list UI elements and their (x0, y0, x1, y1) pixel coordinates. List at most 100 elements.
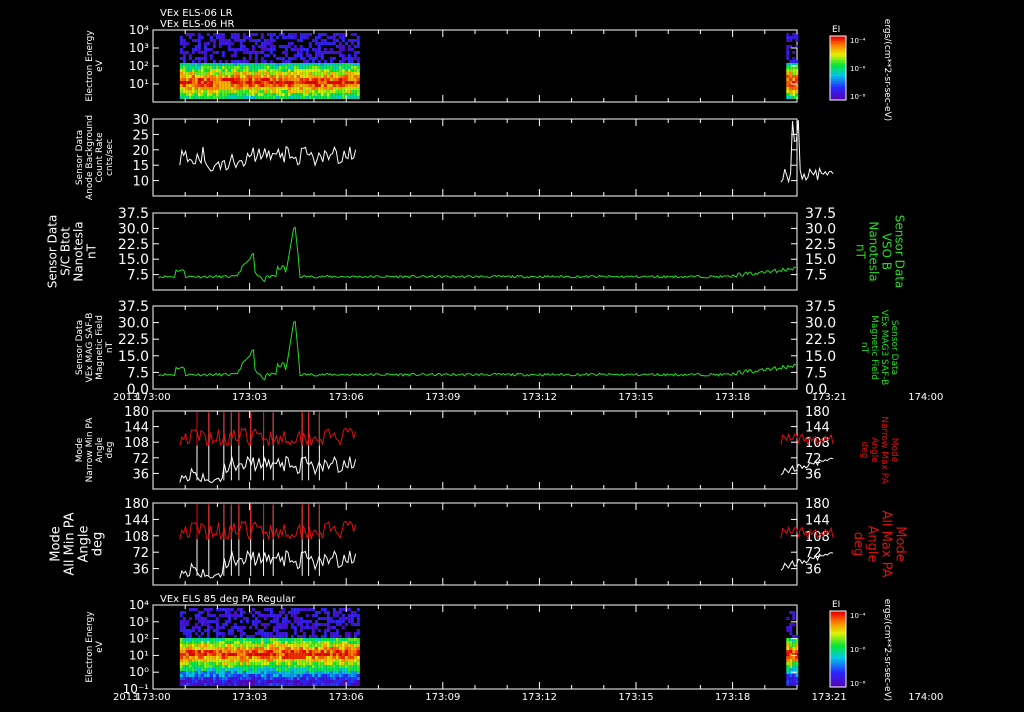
heat-cell (227, 69, 231, 72)
heat-cell (203, 662, 207, 665)
heat-cell (251, 647, 255, 650)
heat-cell (257, 668, 261, 671)
heat-cell (191, 644, 195, 647)
heat-cell (215, 93, 219, 96)
heat-cell (209, 665, 213, 668)
heat-cell (317, 75, 321, 78)
panel-els-85-heatmap (179, 608, 799, 686)
heat-cell (224, 680, 228, 683)
heat-cell (197, 641, 201, 644)
heat-cell (236, 81, 240, 84)
heat-cell (266, 90, 270, 93)
heat-cell (191, 66, 195, 69)
heat-cell (251, 677, 255, 680)
heat-cell (203, 617, 207, 620)
heat-cell (215, 623, 219, 626)
heat-cell (245, 78, 249, 81)
heat-cell (296, 54, 300, 57)
heat-cell (266, 96, 270, 99)
panel-mag3-series-0 (158, 320, 797, 381)
heat-cell (191, 78, 195, 81)
heat-cell (197, 620, 201, 623)
heat-cell (284, 72, 288, 75)
heat-cell (209, 674, 213, 677)
heat-cell (290, 48, 294, 51)
heat-cell (275, 656, 279, 659)
heat-cell (233, 650, 237, 653)
heat-cell (323, 677, 327, 680)
heat-cell (356, 677, 360, 680)
heat-cell (269, 33, 273, 36)
heat-cell (248, 644, 252, 647)
heat-cell (272, 54, 276, 57)
heat-cell (347, 644, 351, 647)
heat-cell (314, 656, 318, 659)
heat-cell (200, 647, 204, 650)
heat-cell (786, 84, 790, 87)
heat-cell (281, 620, 285, 623)
heat-cell (185, 662, 189, 665)
heat-cell (299, 665, 303, 668)
heat-cell (218, 644, 222, 647)
heat-cell (275, 683, 279, 686)
heat-cell (191, 33, 195, 36)
heat-cell (251, 680, 255, 683)
heat-cell (209, 63, 213, 66)
heat-cell (332, 33, 336, 36)
heat-cell (257, 93, 261, 96)
heat-cell (792, 51, 796, 54)
heat-cell (224, 42, 228, 45)
heat-cell (356, 39, 360, 42)
heat-cell (341, 617, 345, 620)
heat-cell (275, 620, 279, 623)
heat-cell (227, 66, 231, 69)
heat-cell (203, 683, 207, 686)
heat-cell (182, 90, 186, 93)
heat-cell (353, 668, 357, 671)
heat-cell (212, 33, 216, 36)
heat-cell (326, 641, 330, 644)
heat-cell (182, 42, 186, 45)
heat-cell (233, 668, 237, 671)
heat-cell (305, 84, 309, 87)
heat-cell (326, 629, 330, 632)
heat-cell (212, 659, 216, 662)
heat-cell (263, 635, 267, 638)
heat-cell (795, 659, 799, 662)
heat-cell (227, 93, 231, 96)
heat-cell (323, 656, 327, 659)
heat-cell (215, 66, 219, 69)
heat-cell (347, 87, 351, 90)
heat-cell (317, 96, 321, 99)
heat-cell (212, 674, 216, 677)
heat-cell (179, 662, 183, 665)
heat-cell (251, 659, 255, 662)
panel-btot-frame (152, 212, 798, 291)
axis-label-line: Angle (95, 437, 105, 463)
heat-cell (206, 623, 210, 626)
heat-cell (281, 57, 285, 60)
heat-cell (314, 69, 318, 72)
heat-cell (245, 90, 249, 93)
heat-cell (335, 66, 339, 69)
panel-btot-right-ylabel: Sensor DataVSO BNanoteslanT (854, 215, 907, 289)
heat-cell (263, 66, 267, 69)
heat-cell (275, 69, 279, 72)
heat-cell (789, 641, 793, 644)
heat-cell (212, 683, 216, 686)
heat-cell (792, 665, 796, 668)
heat-cell (212, 656, 216, 659)
heat-cell (320, 623, 324, 626)
heat-cell (281, 680, 285, 683)
heat-cell (344, 81, 348, 84)
y-tick-label: 22.5 (118, 237, 149, 253)
y-tick-label-right: 180 (805, 405, 830, 420)
heat-cell (206, 81, 210, 84)
heat-cell (197, 87, 201, 90)
heat-cell (275, 614, 279, 617)
heat-cell (290, 42, 294, 45)
heat-cell (332, 39, 336, 42)
heat-cell (305, 87, 309, 90)
heat-cell (206, 644, 210, 647)
heat-cell (251, 93, 255, 96)
